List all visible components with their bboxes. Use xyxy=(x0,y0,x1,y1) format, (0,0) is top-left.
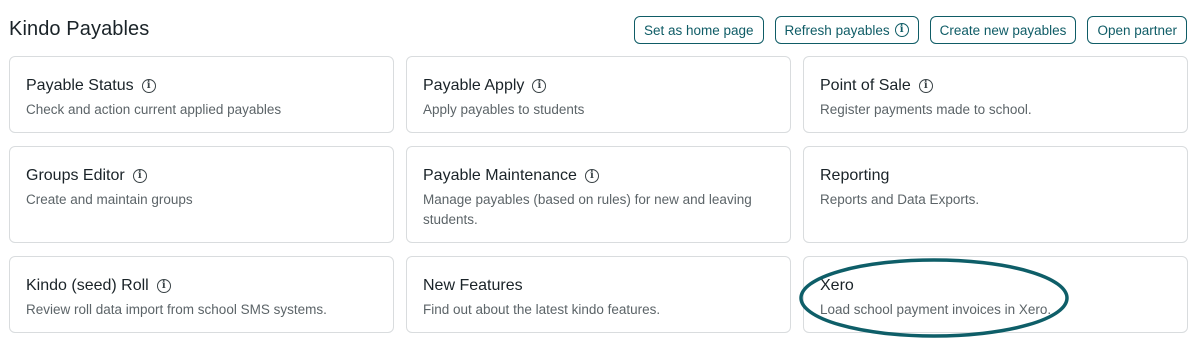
set-home-page-label: Set as home page xyxy=(643,22,754,38)
tile-payable-maintenance[interactable]: Payable Maintenance i Manage payables (b… xyxy=(406,146,791,243)
tile-point-of-sale[interactable]: Point of Sale i Register payments made t… xyxy=(803,56,1188,133)
tile-title: Xero xyxy=(820,277,854,294)
tile-xero[interactable]: Xero Load school payment invoices in Xer… xyxy=(803,256,1188,333)
tile-payable-apply[interactable]: Payable Apply i Apply payables to studen… xyxy=(406,56,791,133)
info-circle-icon[interactable]: i xyxy=(584,169,599,183)
info-circle-icon[interactable]: i xyxy=(532,79,547,93)
tile-kindo-seed-roll[interactable]: Kindo (seed) Roll i Review roll data imp… xyxy=(9,256,394,333)
tile-reporting[interactable]: Reporting Reports and Data Exports. xyxy=(803,146,1188,243)
info-circle-icon[interactable]: i xyxy=(918,79,933,93)
tile-title: Payable Apply xyxy=(423,77,525,94)
tile-description: Reports and Data Exports. xyxy=(820,192,980,207)
tile-title: Reporting xyxy=(820,167,890,184)
refresh-payables-button[interactable]: Refresh payables i xyxy=(774,16,919,44)
tile-title: Payable Status xyxy=(26,77,134,94)
tile-title: Point of Sale xyxy=(820,77,911,94)
tile-title: Kindo (seed) Roll xyxy=(26,277,149,294)
refresh-payables-label: Refresh payables xyxy=(784,22,890,38)
open-partner-button[interactable]: Open partner xyxy=(1087,16,1187,44)
create-new-payables-button[interactable]: Create new payables xyxy=(929,16,1077,44)
header-actions: Set as home page Refresh payables i Crea… xyxy=(633,16,1187,44)
tile-title: Payable Maintenance xyxy=(423,167,577,184)
tile-description: Check and action current applied payable… xyxy=(26,102,282,117)
tile-title: New Features xyxy=(423,277,523,294)
tile-description: Find out about the latest kindo features… xyxy=(423,302,661,317)
tile-groups-editor[interactable]: Groups Editor i Create and maintain grou… xyxy=(9,146,394,243)
tile-payable-status[interactable]: Payable Status i Check and action curren… xyxy=(9,56,394,133)
tile-title: Groups Editor xyxy=(26,167,125,184)
info-circle-icon[interactable]: i xyxy=(141,79,156,93)
tile-description: Register payments made to school. xyxy=(820,102,1032,117)
create-new-payables-label: Create new payables xyxy=(939,22,1067,38)
tile-description: Load school payment invoices in Xero. xyxy=(820,302,1052,317)
tile-description: Apply payables to students xyxy=(423,102,585,117)
open-partner-label: Open partner xyxy=(1097,22,1177,38)
info-circle-icon[interactable]: i xyxy=(156,279,171,293)
page-title: Kindo Payables xyxy=(9,18,150,40)
tile-description: Manage payables (based on rules) for new… xyxy=(423,192,752,227)
tile-description: Create and maintain groups xyxy=(26,192,193,207)
set-home-page-button[interactable]: Set as home page xyxy=(633,16,764,44)
tile-new-features[interactable]: New Features Find out about the latest k… xyxy=(406,256,791,333)
feature-tiles-grid: Payable Status i Check and action curren… xyxy=(9,56,1188,333)
info-circle-icon[interactable]: i xyxy=(894,23,909,37)
info-circle-icon[interactable]: i xyxy=(132,169,147,183)
tile-description: Review roll data import from school SMS … xyxy=(26,302,327,317)
